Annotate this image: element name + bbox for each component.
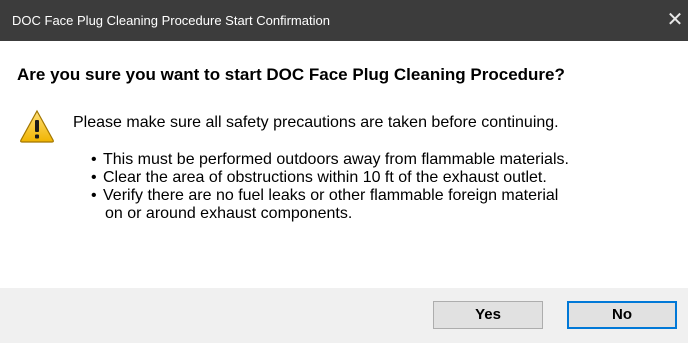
warning-icon [20, 109, 54, 143]
yes-button[interactable]: Yes [433, 301, 543, 329]
precaution-list: • This must be performed outdoors away fr… [91, 151, 569, 223]
dialog-body: Are you sure you want to start DOC Face … [0, 41, 688, 288]
safety-message: Please make sure all safety precautions … [73, 114, 559, 131]
window-title: DOC Face Plug Cleaning Procedure Start C… [12, 13, 330, 28]
confirmation-dialog: DOC Face Plug Cleaning Procedure Start C… [0, 0, 688, 343]
list-item: • Verify there are no fuel leaks or other… [91, 187, 559, 204]
title-bar[interactable]: DOC Face Plug Cleaning Procedure Start C… [0, 0, 688, 41]
dialog-heading: Are you sure you want to start DOC Face … [17, 65, 565, 84]
close-icon[interactable]: ✕ [662, 0, 688, 41]
list-item: • This must be performed outdoors away fr… [91, 151, 569, 168]
list-item: • Clear the area of obstructions within 1… [91, 169, 547, 186]
no-button[interactable]: No [567, 301, 677, 329]
list-item-continuation: on or around exhaust components. [105, 205, 353, 222]
